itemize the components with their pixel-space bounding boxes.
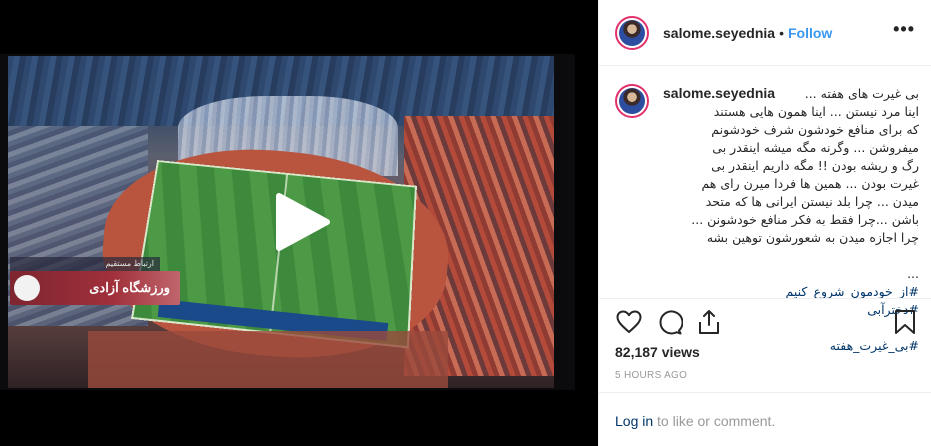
video-player[interactable]: ارتباط مستقیم ورزشگاه آزادی bbox=[0, 0, 598, 446]
stadium-lower-floor bbox=[88, 331, 448, 388]
caption-first-line: salome.seyednia بی غیرت های هفته ... bbox=[663, 84, 919, 103]
tv-location-banner: ارتباط مستقیم ورزشگاه آزادی bbox=[10, 257, 180, 305]
tv-banner-title: ورزشگاه آزادی bbox=[89, 280, 170, 295]
view-count: 82,187 views bbox=[615, 344, 700, 360]
caption-body: salome.seyednia بی غیرت های هفته ... این… bbox=[663, 84, 920, 353]
caption-avatar[interactable] bbox=[615, 84, 649, 118]
play-icon bbox=[276, 193, 330, 251]
post-header: salome.seyednia • Follow ••• bbox=[599, 0, 931, 66]
post-caption: salome.seyednia بی غیرت های هفته ... این… bbox=[615, 84, 920, 353]
login-link[interactable]: Log in bbox=[615, 413, 653, 429]
login-prompt-text: to like or comment. bbox=[653, 413, 776, 429]
action-bar bbox=[615, 308, 919, 336]
avatar-image bbox=[619, 19, 645, 46]
hashtag-link[interactable]: #از_خودمون_شروع_کنیم bbox=[786, 284, 920, 299]
caption-text: اینا مرد نیستن ... اینا همون هایی هستند … bbox=[691, 104, 919, 245]
login-prompt: Log in to like or comment. bbox=[615, 413, 775, 429]
avatar-image bbox=[619, 88, 645, 114]
avatar[interactable] bbox=[615, 15, 649, 50]
caption-ellipsis: ... bbox=[907, 266, 919, 281]
play-button[interactable] bbox=[269, 190, 333, 254]
bookmark-icon[interactable] bbox=[891, 308, 919, 336]
hashtag-link[interactable]: #بی_غیرت_هفته bbox=[830, 338, 919, 353]
post-timestamp: 5 HOURS AGO bbox=[615, 370, 688, 381]
caption-opening-text: بی غیرت های هفته ... bbox=[804, 86, 919, 101]
section-divider bbox=[599, 298, 931, 299]
tv-channel-logo bbox=[14, 275, 40, 301]
share-icon[interactable] bbox=[695, 308, 723, 336]
comment-icon[interactable] bbox=[655, 308, 683, 336]
header-separator: • bbox=[779, 24, 784, 41]
header-username[interactable]: salome.seyednia bbox=[663, 25, 775, 41]
follow-button[interactable]: Follow bbox=[788, 25, 832, 41]
post-sidebar: salome.seyednia • Follow ••• salome.seye… bbox=[598, 0, 931, 446]
heart-icon[interactable] bbox=[615, 308, 643, 336]
more-options-button[interactable]: ••• bbox=[893, 19, 915, 46]
caption-username[interactable]: salome.seyednia bbox=[663, 84, 775, 102]
tv-banner-subtitle: ارتباط مستقیم bbox=[10, 257, 160, 271]
section-divider bbox=[599, 392, 931, 393]
